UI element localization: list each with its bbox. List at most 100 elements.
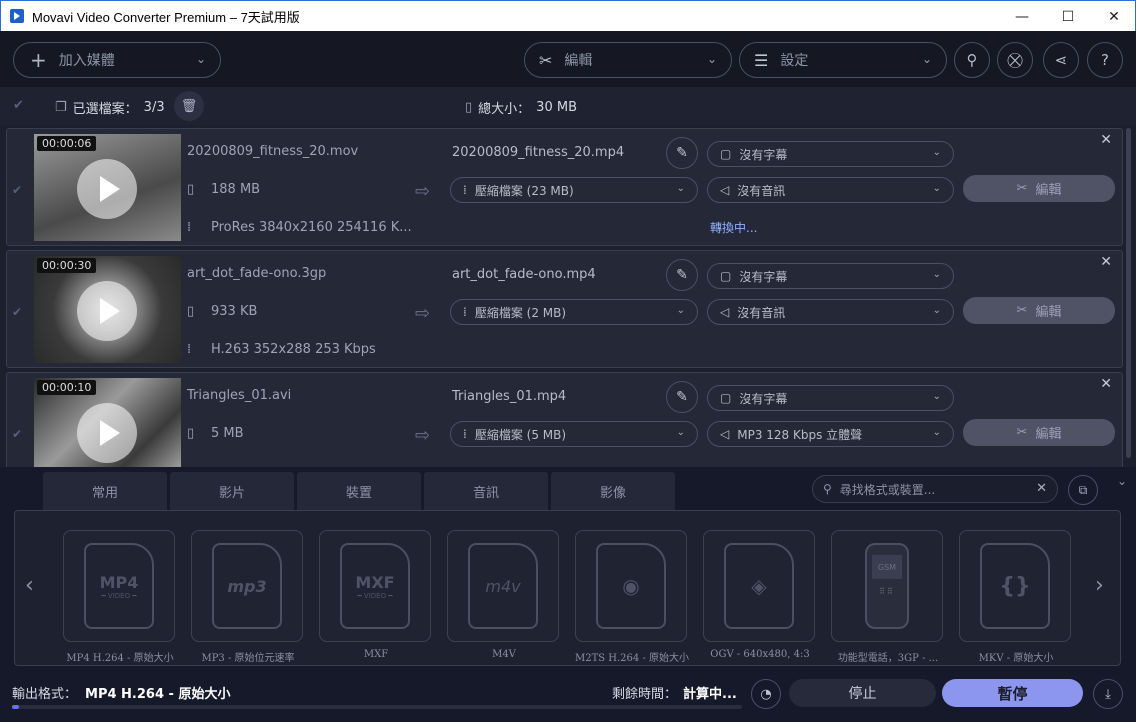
chevron-down-icon: ⌄ (932, 391, 941, 402)
file-size-icon: ▯ (187, 426, 195, 441)
file-row: ✔ 00:00:30 art_dot_fade-ono.3gp ▯ 933 KB… (6, 250, 1123, 368)
plus-icon: + (30, 48, 47, 72)
audio-dropdown[interactable]: ◁ 沒有音訊 ⌄ (707, 177, 954, 203)
output-folder-button[interactable]: ⤓ (1093, 679, 1123, 709)
delete-button[interactable]: 🗑 (174, 91, 204, 121)
zip-icon: ⁞ (463, 183, 467, 197)
edit-dropdown[interactable]: ✂ 編輯 ⌄ (524, 42, 732, 78)
progress-fill (12, 705, 20, 709)
source-filename: 20200809_fitness_20.mov (187, 144, 359, 159)
audio-dropdown[interactable]: ◁ 沒有音訊 ⌄ (707, 299, 954, 325)
preset-card[interactable]: MXF ━ VIDEO ━ MXF (319, 530, 431, 660)
row-checkbox[interactable]: ✔ (12, 427, 22, 441)
clear-search-icon[interactable]: ✕ (1036, 481, 1047, 496)
zip-icon: ⁞ (463, 427, 467, 441)
chevron-down-icon: ⌄ (676, 183, 685, 194)
source-codec: ProRes 3840x2160 254116 K... (211, 220, 412, 235)
play-icon[interactable] (77, 403, 137, 463)
edit-label: 編輯 (1035, 183, 1062, 198)
tab-images[interactable]: 影像 (551, 472, 675, 510)
tab-audio[interactable]: 音訊 (424, 472, 548, 510)
preset-card[interactable]: {} MKV - 原始大小 (959, 530, 1071, 664)
compress-dropdown[interactable]: ⁞ 壓縮檔案 (2 MB) ⌄ (450, 299, 698, 325)
mp4-icon: MP4 ━ VIDEO ━ (84, 543, 154, 629)
preset-card[interactable]: MP4 ━ VIDEO ━ MP4 H.264 - 原始大小 (63, 530, 175, 664)
edit-button[interactable]: ✂ 編輯 (963, 175, 1115, 202)
output-filename[interactable]: 20200809_fitness_20.mp4 (452, 145, 624, 160)
file-list-scrollbar[interactable] (1126, 128, 1131, 458)
share-button[interactable]: ⋖ (1043, 42, 1079, 78)
duration-badge: 00:00:30 (37, 258, 97, 273)
total-size-label: 總大小： (478, 102, 531, 117)
output-filename[interactable]: Triangles_01.mp4 (452, 389, 566, 404)
play-icon[interactable] (77, 281, 137, 341)
audio-dropdown[interactable]: ◁ MP3 128 Kbps 立體聲 ⌄ (707, 421, 954, 447)
subtitle-dropdown[interactable]: ▢ 沒有字幕 ⌄ (707, 141, 954, 167)
preset-card[interactable]: mp3 MP3 - 原始位元速率 (191, 530, 303, 664)
subtitle-dropdown[interactable]: ▢ 沒有字幕 ⌄ (707, 263, 954, 289)
close-button[interactable]: ✕ (1091, 1, 1136, 32)
tab-video[interactable]: 影片 (170, 472, 294, 510)
preset-label: 功能型電話，3GP - ... (837, 653, 939, 664)
video-thumbnail[interactable]: 00:00:10 (34, 378, 181, 467)
preset-label: MXF (363, 649, 389, 660)
preset-card[interactable]: GSM ⠿⠿ 功能型電話，3GP - ... (831, 530, 943, 664)
collapse-panel-button[interactable]: ⌄ (1111, 470, 1133, 492)
remove-file-icon[interactable]: ✕ (1100, 254, 1112, 270)
play-icon[interactable] (77, 159, 137, 219)
source-size: 933 KB (211, 304, 258, 319)
preset-card[interactable]: ◉ M2TS H.264 - 原始大小 (575, 530, 689, 664)
chevron-left-icon[interactable]: ‹ (25, 573, 34, 598)
conversion-progress (12, 705, 742, 709)
compress-dropdown[interactable]: ⁞ 壓縮檔案 (5 MB) ⌄ (450, 421, 698, 447)
pause-button[interactable]: 暫停 (942, 679, 1083, 707)
duration-badge: 00:00:06 (37, 136, 97, 151)
row-checkbox[interactable]: ✔ (12, 183, 22, 197)
add-media-button[interactable]: + 加入媒體 ⌄ (13, 42, 221, 78)
speaker-icon: ◁ (720, 305, 730, 319)
tab-popular[interactable]: 常用 (43, 472, 167, 510)
video-thumbnail[interactable]: 00:00:30 (34, 256, 181, 363)
detect-device-icon: ⧉ (1078, 482, 1088, 497)
preset-card[interactable]: m4v M4V (447, 530, 559, 660)
format-search-input[interactable]: ⚲ 尋找格式或裝置... ✕ (812, 475, 1058, 503)
cart-button[interactable]: ⛒ (997, 42, 1033, 78)
subtitle-label: 沒有字幕 (739, 391, 788, 406)
select-all-checkbox[interactable]: ✔ (13, 98, 24, 113)
rename-button[interactable]: ✎ (666, 259, 698, 291)
chevron-right-icon[interactable]: › (1095, 573, 1104, 598)
output-format[interactable]: 輸出格式： MP4 H.264 - 原始大小 (12, 683, 230, 702)
tab-devices[interactable]: 裝置 (297, 472, 421, 510)
tools-icon: ✂ (1016, 425, 1028, 440)
stop-button[interactable]: 停止 (789, 679, 936, 707)
edit-button[interactable]: ✂ 編輯 (963, 419, 1115, 446)
pencil-icon: ✎ (676, 389, 688, 405)
edit-button[interactable]: ✂ 編輯 (963, 297, 1115, 324)
maximize-button[interactable]: ☐ (1045, 1, 1091, 32)
format-search-placeholder: 尋找格式或裝置... (839, 482, 936, 497)
mkv-icon: {} (980, 543, 1050, 629)
help-button[interactable]: ? (1087, 42, 1123, 78)
tools-icon: ✂ (1016, 303, 1028, 318)
video-thumbnail[interactable]: 00:00:06 (34, 134, 181, 241)
preset-card[interactable]: ◈ OGV - 640x480, 4:3 (703, 530, 815, 660)
speed-button[interactable]: ◔ (751, 679, 781, 709)
preset-label: M2TS H.264 - 原始大小 (574, 653, 690, 664)
edit-label: 編輯 (1035, 305, 1062, 320)
rename-button[interactable]: ✎ (666, 137, 698, 169)
remove-file-icon[interactable]: ✕ (1100, 132, 1112, 148)
minimize-button[interactable]: — (999, 1, 1045, 32)
file-row: ✔ 00:00:10 Triangles_01.avi ▯ 5 MB ⇨ Tri… (6, 372, 1123, 467)
compress-dropdown[interactable]: ⁞ 壓縮檔案 (23 MB) ⌄ (450, 177, 698, 203)
selected-files: ❐ 已選檔案： 3/3 (55, 98, 165, 117)
settings-dropdown[interactable]: ☰ 設定 ⌄ (739, 42, 947, 78)
source-filename: Triangles_01.avi (187, 388, 292, 403)
output-filename[interactable]: art_dot_fade-ono.mp4 (452, 267, 596, 282)
subtitle-dropdown[interactable]: ▢ 沒有字幕 ⌄ (707, 385, 954, 411)
row-checkbox[interactable]: ✔ (12, 305, 22, 319)
remove-file-icon[interactable]: ✕ (1100, 376, 1112, 392)
bluray-icon: ◉ (596, 543, 666, 629)
device-detect-button[interactable]: ⧉ (1068, 475, 1098, 505)
search-button[interactable]: ⚲ (954, 42, 990, 78)
rename-button[interactable]: ✎ (666, 381, 698, 413)
